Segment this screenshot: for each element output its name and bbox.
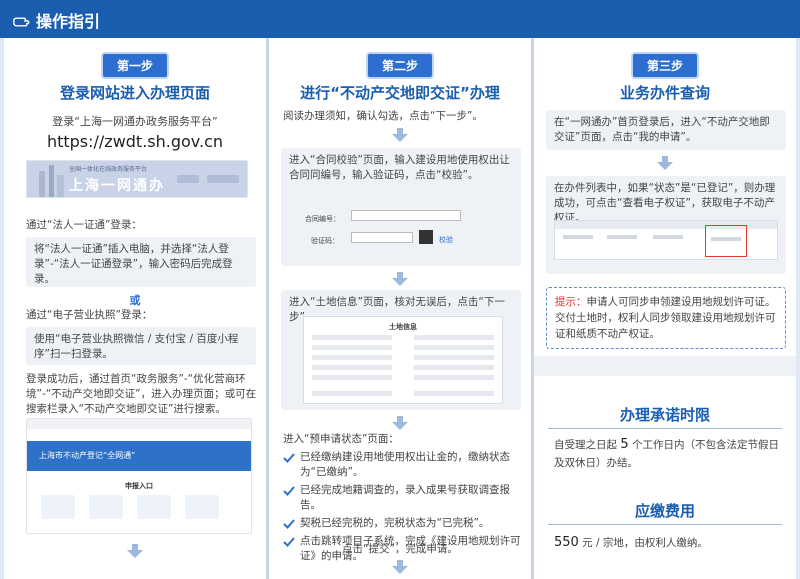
promise-days: 5 [620, 437, 629, 452]
banner-nav-item [177, 175, 199, 183]
land-form-title: 土地信息 [389, 323, 417, 331]
step2-title: 进行“不动产交地即交证”办理 [300, 84, 500, 102]
shot-topbar [27, 419, 251, 429]
shot-entry-card [89, 495, 123, 519]
shot-entry-card [137, 495, 171, 519]
tip-label: 提示： [555, 296, 587, 308]
shot-entry-card [41, 495, 75, 519]
legal-login-label: 通过“法人一证通”登录： [26, 219, 142, 231]
down-arrow-icon [657, 156, 673, 170]
form-row [414, 365, 494, 370]
read-notice-text: 阅读办理须知，确认勾选，点击“下一步”。 [283, 110, 483, 122]
promise-prefix: 自受理之日起 [554, 439, 617, 451]
login-text: 登录“上海一网通办政务服务平台” [52, 115, 218, 128]
check-item-text: 契税已经完税的，完税状态为“已完税”。 [300, 517, 490, 529]
check-item-text: 已经缴纳建设用地使用权出让金的，缴纳状态为“已缴纳”。 [300, 451, 510, 478]
step1-panel: 第一步 登录网站进入办理页面 登录“上海一网通办政务服务平台” https://… [4, 38, 266, 579]
step3-panel: 第三步 业务办件查询 在“一网通办”首页登录后，进入“不动产交地即交证”页面，点… [534, 38, 796, 356]
form-row [414, 375, 494, 380]
divider [548, 428, 782, 429]
fee-title: 应缴费用 [634, 502, 695, 520]
license-login-label: 通过“电子营业执照”登录： [26, 309, 153, 321]
city-illustration [39, 165, 64, 197]
checkmark-icon [283, 453, 295, 463]
captcha-label: 验证码： [311, 237, 339, 245]
header-bar [0, 0, 800, 38]
legal-login-box: 将“法人一证通”插入电脑，并选择“法人登录”-“法人一证通登录”，输入密码后完成… [26, 237, 256, 287]
down-arrow-icon [392, 416, 408, 430]
form-row [312, 375, 392, 380]
check-item-text: 已经完成地籍调查的，录入成果号获取调查报告。 [300, 484, 510, 511]
or-label: 或 [129, 294, 141, 307]
checkmark-icon [283, 486, 295, 496]
contract-no-label: 合同编号： [305, 215, 340, 223]
land-info-box: 进入“土地信息”页面，核对无误后，点击“下一步”。 土地信息 [281, 290, 521, 410]
status-highlight-box [705, 225, 747, 257]
down-arrow-icon [392, 560, 408, 574]
step3-badge: 第三步 [630, 52, 700, 79]
step2-badge: 第二步 [365, 52, 435, 79]
fee-desc: 元 / 宗地，由权利人缴纳。 [582, 537, 708, 549]
list-cell [607, 235, 637, 239]
contract-check-box: 进入“合同校验”页面，输入建设用地使用权出让合同同编号，输入验证码，点击“校验”… [281, 148, 521, 266]
check-item: 已经缴纳建设用地使用权出让金的，缴纳状态为“已缴纳”。 [283, 450, 521, 480]
service-page-screenshot: 上海市不动产登记“全网通” 申报入口 [26, 418, 252, 534]
captcha-input[interactable] [351, 232, 413, 243]
step1-title: 登录网站进入办理页面 [59, 84, 210, 102]
fee-amount: 550 [554, 535, 579, 550]
after-login-text: 登录成功后，通过首页“政务服务”-“优化营商环境”-“不动产交地即交证”，进入办… [26, 373, 257, 415]
fee-text: 550 元 / 宗地，由权利人缴纳。 [554, 534, 780, 552]
list-box: 在办件列表中，如果“状态”是“已登记”，则办理成功，可点击“查看电子权证”，获取… [546, 176, 786, 274]
submit-text: 点击“提交”，完成申请。 [342, 543, 458, 555]
captcha-image [419, 230, 433, 244]
shot-banner-text: 上海市不动产登记“全网通” [39, 451, 136, 460]
check-item: 契税已经完税的，完税状态为“已完税”。 [283, 516, 521, 531]
banner-nav-item [207, 175, 239, 183]
form-row [414, 391, 494, 396]
promise-title: 办理承诺时限 [619, 406, 710, 424]
list-cell [563, 235, 593, 239]
check-item: 已经完成地籍调查的，录入成果号获取调查报告。 [283, 483, 521, 513]
banner-sub: 全国一体化在线政务服务平台 [69, 166, 148, 173]
tip-box: 提示：申请人可同步申领建设用地规划许可证。交付土地时，权利人同步领取建设用地规划… [546, 287, 786, 349]
portal-url[interactable]: https://zwdt.sh.gov.cn [4, 132, 266, 151]
promise-fee-panel: 办理承诺时限 自受理之日起 5 个工作日内（不包含法定节假日及双休日）办结。 应… [534, 376, 796, 579]
divider [548, 524, 782, 525]
portal-banner-screenshot: 全国一体化在线政务服务平台 上海一网通办 [26, 160, 248, 198]
list-cell [653, 235, 683, 239]
down-arrow-icon [392, 272, 408, 286]
pre-status-text: 进入“预申请状态”页面： [283, 433, 399, 445]
form-row [312, 365, 392, 370]
shot-entry-label: 申报入口 [125, 482, 153, 490]
guide-title: 操作指引 [12, 8, 100, 32]
contract-no-input[interactable] [351, 210, 461, 221]
contract-check-text: 进入“合同校验”页面，输入建设用地使用权出让合同同编号，输入验证码，点击“校验”… [289, 154, 510, 181]
step1-badge: 第一步 [100, 52, 170, 79]
form-row [414, 335, 494, 340]
step2-panel: 第二步 进行“不动产交地即交证”办理 阅读办理须知，确认勾选，点击“下一步”。 … [269, 38, 531, 579]
pointing-hand-icon [13, 17, 30, 27]
land-form-screenshot: 土地信息 [303, 316, 503, 404]
down-arrow-icon [127, 544, 143, 558]
form-row [414, 355, 494, 360]
step3-title: 业务办件查询 [619, 84, 710, 102]
promise-text: 自受理之日起 5 个工作日内（不包含法定节假日及双休日）办结。 [554, 436, 780, 472]
form-row [312, 345, 392, 350]
query-box: 在“一网通办”首页登录后，进入“不动产交地即交证”页面，点击“我的申请”。 [546, 110, 786, 150]
form-row [312, 355, 392, 360]
form-row [312, 391, 392, 396]
shot-entry-card [185, 495, 219, 519]
license-login-box: 使用“电子营业执照微信 / 支付宝 / 百度小程序”扫一扫登录。 [26, 327, 256, 365]
header-title-text: 操作指引 [36, 12, 101, 31]
list-cell [711, 237, 741, 241]
form-row [414, 345, 494, 350]
verify-button[interactable]: 校验 [439, 233, 453, 248]
checkmark-icon [283, 519, 295, 529]
down-arrow-icon [392, 128, 408, 142]
tip-text: 申请人可同步申领建设用地规划许可证。交付土地时，权利人同步领取建设用地规划许可证… [555, 296, 776, 340]
application-list-screenshot [554, 220, 778, 260]
form-row [312, 335, 392, 340]
banner-text: 上海一网通办 [69, 178, 165, 194]
